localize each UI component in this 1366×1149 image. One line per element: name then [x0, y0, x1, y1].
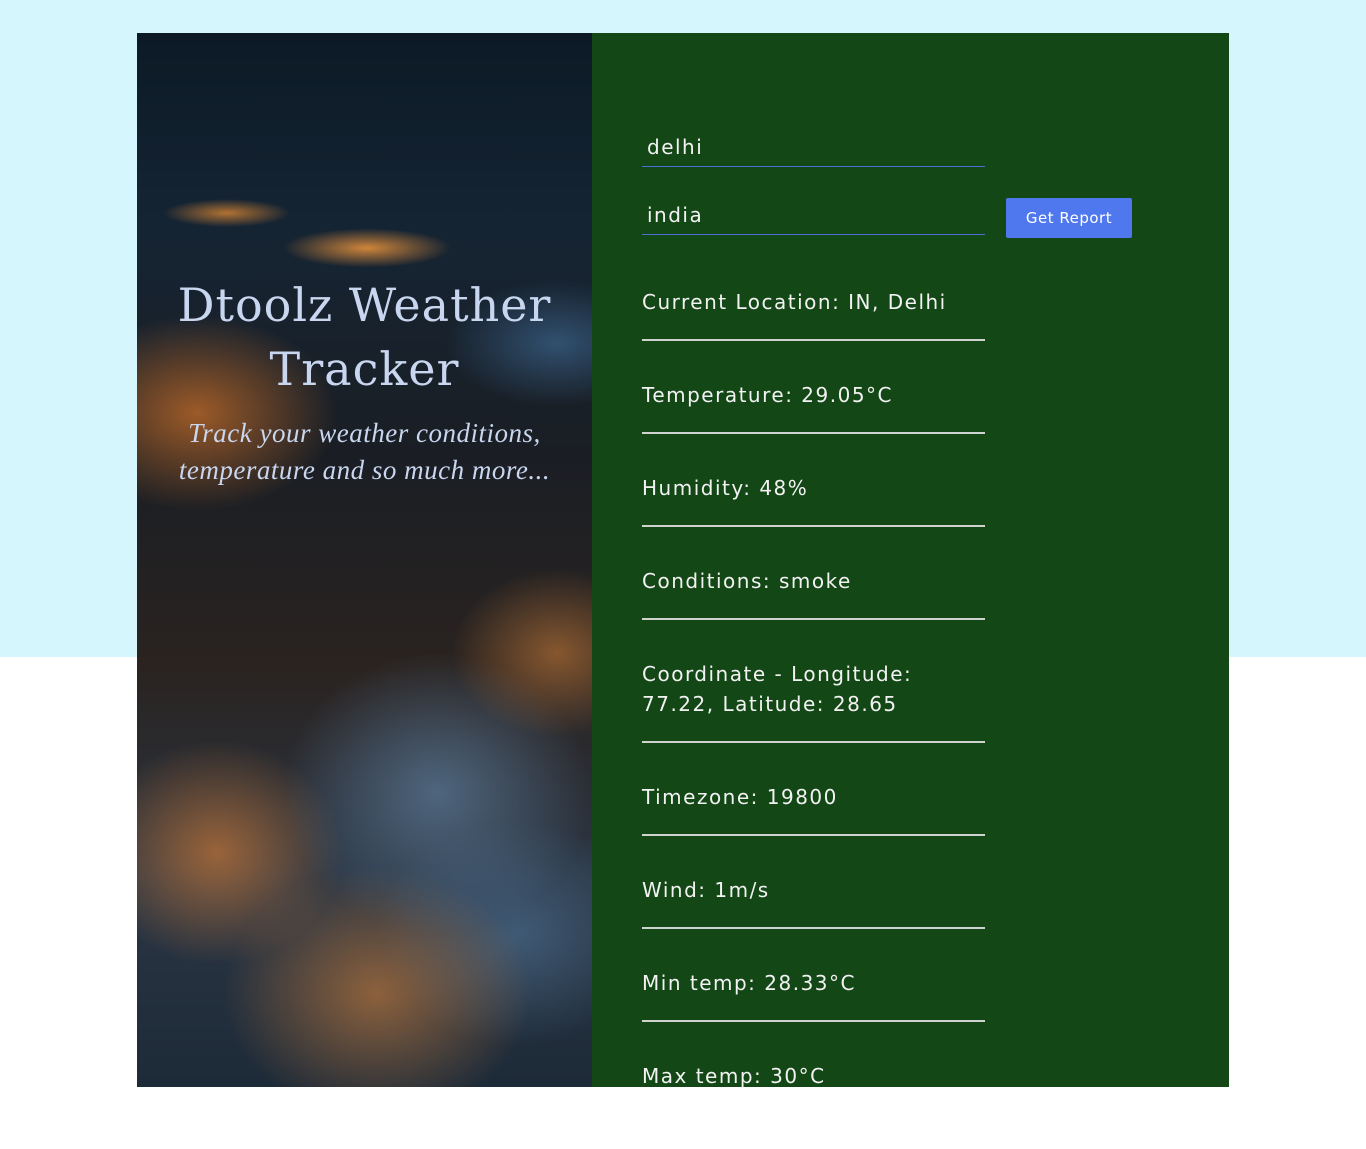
- hero-text: Dtoolz Weather Tracker Track your weathe…: [137, 273, 592, 489]
- report-coordinates: Coordinate - Longitude: 77.22, Latitude:…: [642, 656, 985, 743]
- report-humidity: Humidity: 48%: [642, 470, 985, 527]
- report-wind: Wind: 1m/s: [642, 872, 985, 929]
- weather-report-list: Current Location: IN, Delhi Temperature:…: [642, 284, 985, 1149]
- report-location: Current Location: IN, Delhi: [642, 284, 985, 341]
- city-input[interactable]: [642, 130, 985, 164]
- app-title: Dtoolz Weather Tracker: [177, 278, 552, 396]
- report-min-temp: Min temp: 28.33°C: [642, 965, 985, 1022]
- app-subtitle: Track your weather conditions, temperatu…: [178, 418, 551, 485]
- report-temperature: Temperature: 29.05°C: [642, 377, 985, 434]
- weather-card: Dtoolz Weather Tracker Track your weathe…: [137, 33, 1229, 1088]
- report-max-temp: Max temp: 30°C: [642, 1064, 826, 1088]
- weather-panel: Get Report Current Location: IN, Delhi T…: [592, 33, 1229, 1088]
- get-report-button[interactable]: Get Report: [1006, 198, 1132, 238]
- country-field: [642, 198, 985, 235]
- city-field: [642, 130, 985, 167]
- country-input[interactable]: [642, 198, 985, 232]
- hero-cloud-image: Dtoolz Weather Tracker Track your weathe…: [137, 33, 592, 1087]
- report-conditions: Conditions: smoke: [642, 563, 985, 620]
- report-timezone: Timezone: 19800: [642, 779, 985, 836]
